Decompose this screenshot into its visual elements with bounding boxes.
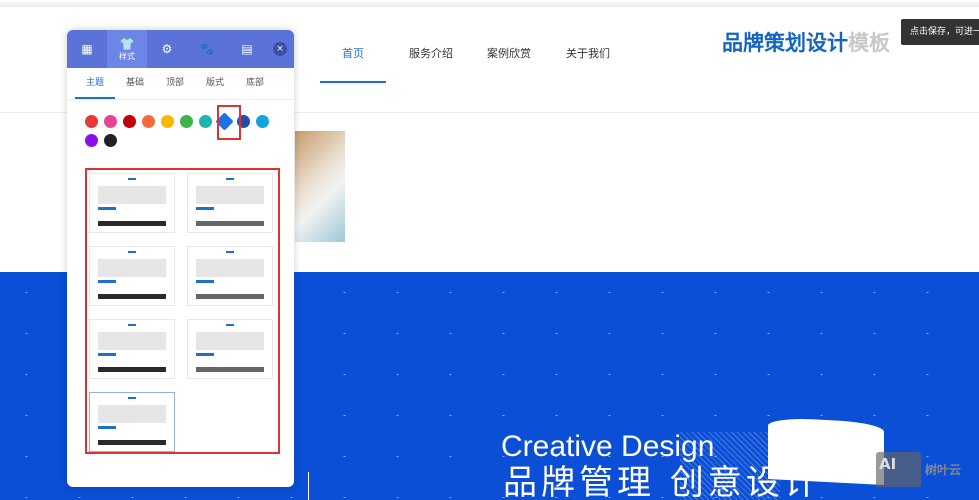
color-swatch[interactable] [180,115,193,128]
panel-toolbar: ▦ 👕 样式 ⚙ 🐾 ▤ × [67,30,294,68]
template-thumbnail[interactable] [89,319,175,379]
sub-tabs: 主题 基础 顶部 版式 底部 [67,68,294,100]
template-thumbnail[interactable] [89,246,175,306]
grid-icon: ▦ [81,42,93,56]
tab-style[interactable]: 👕 样式 [107,30,147,68]
template-thumbnail[interactable] [187,319,273,379]
divider-line [308,472,309,500]
close-button[interactable]: × [273,42,287,56]
building-icon: ▤ [241,42,253,56]
subtab-theme[interactable]: 主题 [75,68,115,99]
nav-cases[interactable]: 案例欣赏 [487,45,531,61]
template-thumbnail[interactable] [89,173,175,233]
gear-icon: ⚙ [161,42,173,56]
nav-home[interactable]: 首页 [342,45,364,61]
subtab-top[interactable]: 顶部 [155,68,195,99]
hero-photo [295,131,345,242]
save-tooltip: 点击保存，可进一 [901,19,979,45]
template-thumbnail[interactable] [187,173,273,233]
tab-style-label: 样式 [119,51,135,61]
watermark-logo: AI [876,452,921,487]
tab-site[interactable]: ▤ [227,30,267,68]
subtab-footer[interactable]: 底部 [235,68,275,99]
top-divider [0,0,979,7]
color-swatch[interactable] [161,115,174,128]
color-swatches [85,112,285,147]
color-swatch[interactable] [142,115,155,128]
color-swatch[interactable] [85,115,98,128]
color-swatch[interactable] [104,134,117,147]
shirt-icon: 👕 [119,36,135,51]
tab-settings[interactable]: ⚙ [147,30,187,68]
color-swatch[interactable] [104,115,117,128]
color-swatch[interactable] [199,115,212,128]
selected-color-highlight [217,105,241,140]
nav-about[interactable]: 关于我们 [566,45,610,61]
nav-active-underline [320,81,386,83]
color-swatch[interactable] [123,115,136,128]
watermark: AI 树叶云 [876,452,961,487]
brand-suffix: 模板 [848,31,890,55]
hero-title-cn: 品牌管理 创意设计 [503,463,822,500]
paw-icon: 🐾 [199,42,215,56]
nav-services[interactable]: 服务介绍 [409,45,453,61]
subtab-layout[interactable]: 版式 [195,68,235,99]
subtab-basic[interactable]: 基础 [115,68,155,99]
template-grid [85,168,280,454]
color-swatch[interactable] [256,115,269,128]
brand-main: 品牌策划设计 [722,31,848,55]
style-panel: ▦ 👕 样式 ⚙ 🐾 ▤ × 主题 基础 顶部 版式 底部 [67,30,294,487]
template-thumbnail[interactable] [89,392,175,452]
brand-logo[interactable]: 品牌策划设计模板 [722,27,890,57]
tab-plugins[interactable]: 🐾 [187,30,227,68]
color-swatch[interactable] [85,134,98,147]
template-thumbnail[interactable] [187,246,273,306]
watermark-text: 树叶云 [925,463,962,477]
tab-layout[interactable]: ▦ [67,30,107,68]
hero-title-en: Creative Design [501,430,715,463]
